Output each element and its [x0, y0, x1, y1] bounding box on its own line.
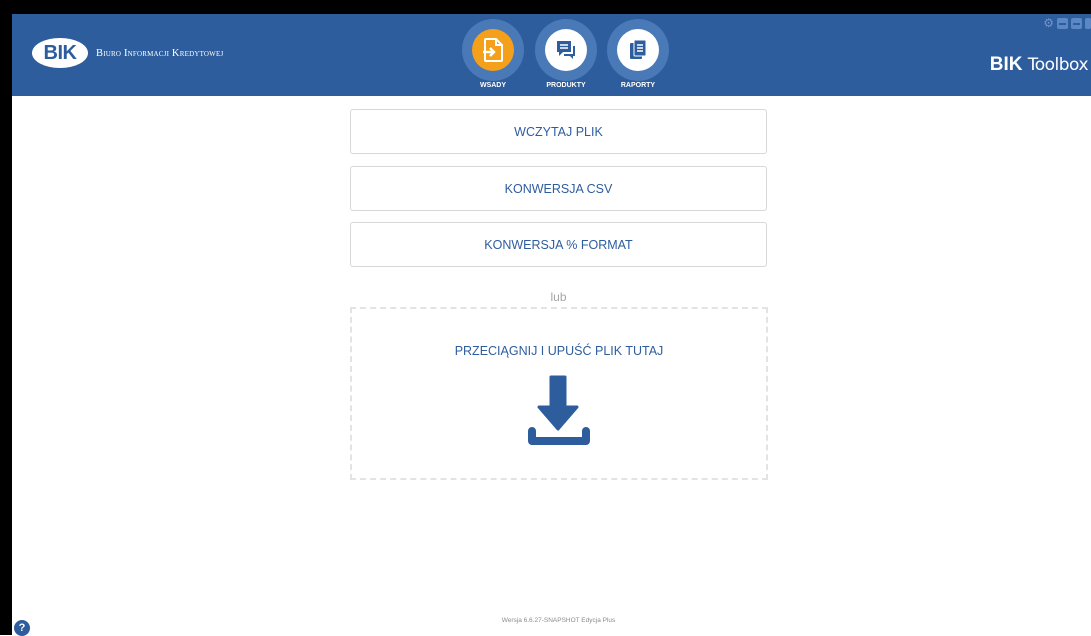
load-file-button[interactable]: WCZYTAJ PLIK	[350, 109, 767, 154]
nav-label: WSADY	[479, 82, 507, 89]
main-nav: WSADY PRODUKTY RAPORTY	[459, 18, 676, 94]
dropzone-label: PRZECIĄGNIJ I UPUŚĆ PLIK TUTAJ	[454, 344, 664, 358]
percent-format-conversion-button[interactable]: KONWERSJA % FORMAT	[350, 222, 767, 267]
logo-mark: BIK	[32, 38, 88, 68]
close-icon[interactable]	[1085, 18, 1091, 29]
nav-label: PRODUKTY	[546, 82, 586, 89]
window-controls: ⚙	[1043, 17, 1091, 29]
help-icon[interactable]: ?	[14, 620, 30, 636]
app-header: BIK Biuro Informacji Kredytowej WSADY PR…	[12, 14, 1091, 96]
company-name: Biuro Informacji Kredytowej	[96, 47, 224, 59]
file-dropzone[interactable]: PRZECIĄGNIJ I UPUŚĆ PLIK TUTAJ	[350, 307, 768, 480]
chat-bubbles-icon	[545, 29, 587, 71]
app-title-rest: Toolbox	[1027, 55, 1089, 75]
download-icon	[527, 375, 591, 454]
gear-icon[interactable]: ⚙	[1043, 17, 1054, 29]
window-frame-top	[0, 0, 1091, 14]
nav-tab-wsady[interactable]: WSADY	[459, 18, 531, 94]
csv-conversion-button[interactable]: KONWERSJA CSV	[350, 166, 767, 211]
file-import-icon	[472, 29, 514, 71]
maximize-icon[interactable]	[1071, 18, 1082, 29]
minimize-icon[interactable]	[1057, 18, 1068, 29]
bik-logo: BIK Biuro Informacji Kredytowej	[32, 36, 223, 70]
or-separator: lub	[550, 290, 567, 304]
documents-icon	[617, 29, 659, 71]
nav-label: RAPORTY	[620, 82, 656, 89]
app-title-bold: BIK	[989, 54, 1023, 75]
app-title: BIK Toolbox	[989, 54, 1089, 76]
nav-tab-produkty[interactable]: PRODUKTY	[532, 18, 604, 94]
nav-tab-raporty[interactable]: RAPORTY	[604, 18, 676, 94]
version-text: Wersja 6.6.27-SNAPSHOT Edycja Plus	[501, 617, 616, 624]
window-frame-left	[0, 0, 12, 635]
